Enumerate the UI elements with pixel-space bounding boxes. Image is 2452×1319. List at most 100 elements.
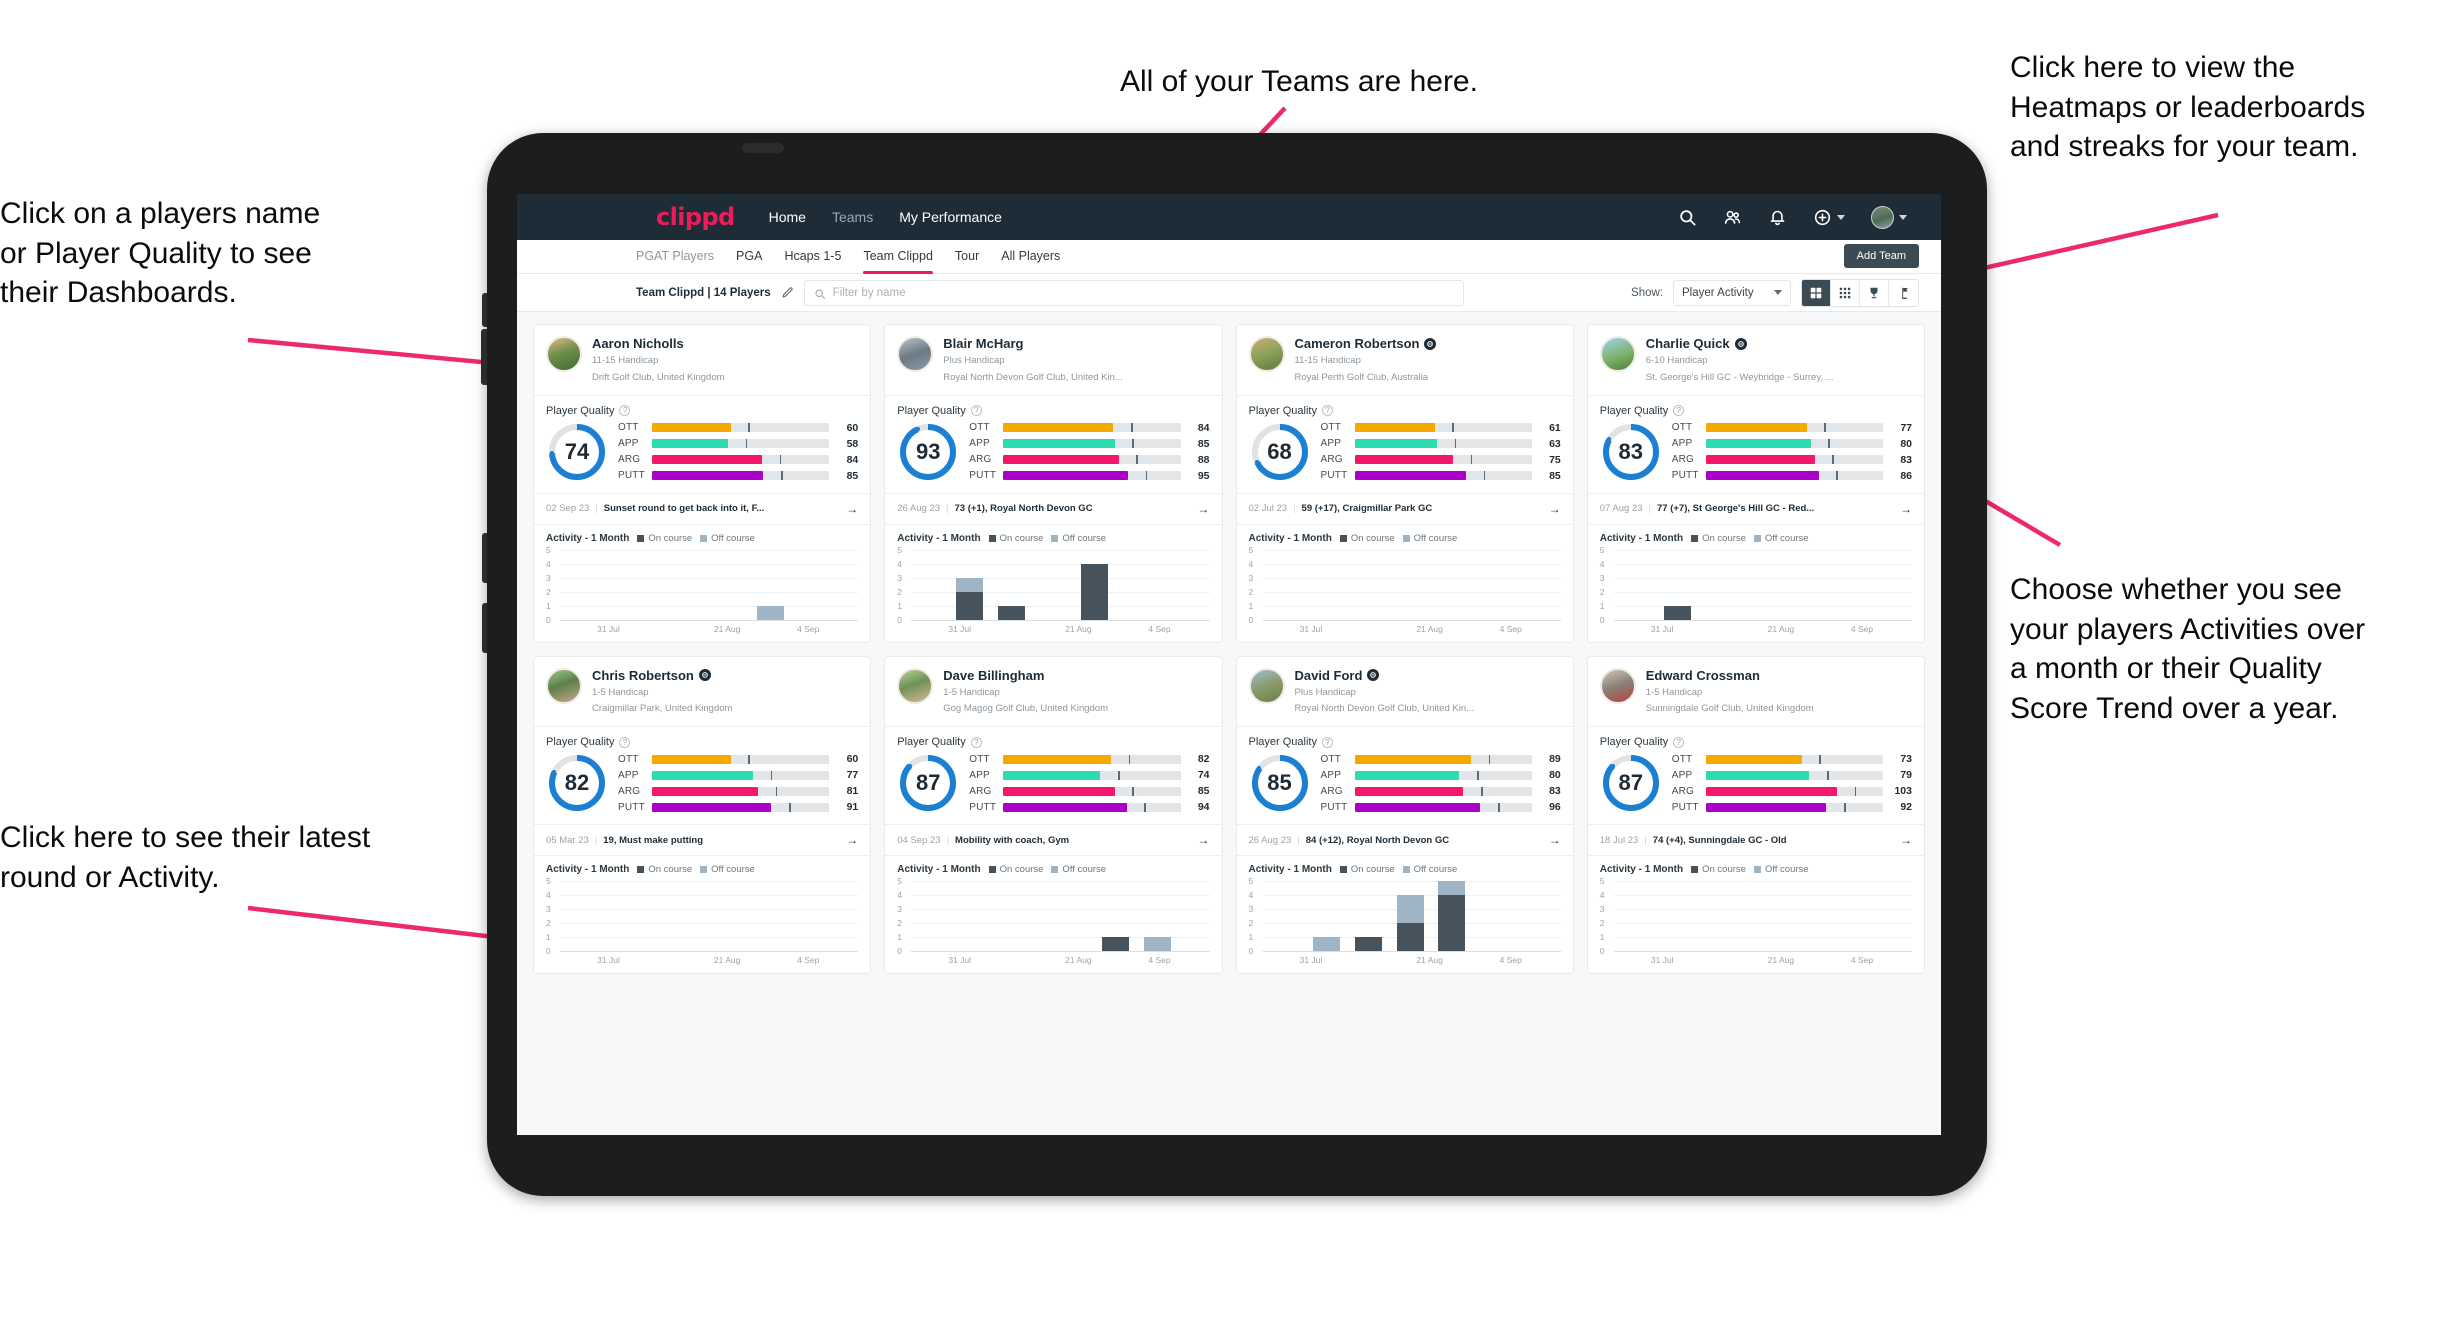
player-card[interactable]: Blair McHarg Plus Handicap Royal North D… xyxy=(884,324,1223,643)
x-tick: 4 Sep xyxy=(1148,955,1171,966)
help-icon[interactable]: ? xyxy=(1673,405,1685,417)
player-header[interactable]: Aaron Nicholls 11-15 Handicap Drift Golf… xyxy=(534,325,870,395)
latest-round-row[interactable]: 04 Sep 23 | Mobility with coach, Gym → xyxy=(885,824,1222,857)
help-icon[interactable]: ? xyxy=(619,405,631,417)
latest-round-row[interactable]: 02 Sep 23 | Sunset round to get back int… xyxy=(534,492,871,525)
arrow-right-icon[interactable]: → xyxy=(1900,833,1912,847)
pencil-icon[interactable] xyxy=(781,286,794,299)
player-header[interactable]: Dave Billingham 1-5 Handicap Gog Magog G… xyxy=(885,657,1221,727)
bell-icon[interactable] xyxy=(1768,208,1787,227)
quality-score-ring[interactable]: 85 xyxy=(1249,752,1311,814)
player-header[interactable]: Blair McHarg Plus Handicap Royal North D… xyxy=(885,325,1221,395)
search-input[interactable]: Filter by name xyxy=(803,279,1464,306)
legend-on-course: On course xyxy=(988,533,1043,544)
player-name[interactable]: Aaron Nicholls xyxy=(592,336,725,351)
player-card[interactable]: Dave Billingham 1-5 Handicap Gog Magog G… xyxy=(884,655,1223,975)
heatmap-view-button[interactable] xyxy=(1889,279,1918,306)
player-card[interactable]: Cameron Robertson 11-15 Handicap Royal P… xyxy=(1235,324,1574,643)
player-card[interactable]: David Ford Plus Handicap Royal North Dev… xyxy=(1235,655,1574,975)
metric-label: ARG xyxy=(1320,454,1343,466)
nav-link-my-performance[interactable]: My Performance xyxy=(899,209,1002,225)
search-icon[interactable] xyxy=(1678,208,1697,227)
tab-pgat-players[interactable]: PGAT Players xyxy=(636,249,714,265)
quality-score-ring[interactable]: 93 xyxy=(897,421,959,483)
player-name[interactable]: Blair McHarg xyxy=(943,336,1123,351)
arrow-right-icon[interactable]: → xyxy=(846,502,858,516)
metric-row: ARG 83 xyxy=(1321,785,1561,797)
player-quality-body[interactable]: 68 OTT 61 APP 63 ARG 75 PUTT 85 xyxy=(1237,419,1573,493)
tab-team-clippd[interactable]: Team Clippd xyxy=(863,249,934,274)
arrow-right-icon[interactable]: → xyxy=(1549,833,1561,847)
clippd-logo[interactable]: clippd xyxy=(656,203,735,231)
metric-label: OTT xyxy=(1671,753,1693,765)
player-card[interactable]: Charlie Quick 6-10 Handicap St. George's… xyxy=(1586,324,1925,643)
latest-round-row[interactable]: 18 Jul 23 | 74 (+4), Sunningdale GC - Ol… xyxy=(1587,824,1924,857)
player-name[interactable]: David Ford xyxy=(1295,668,1475,683)
quality-score-ring[interactable]: 83 xyxy=(1600,421,1662,483)
player-card[interactable]: Aaron Nicholls 11-15 Handicap Drift Golf… xyxy=(533,324,872,643)
help-icon[interactable]: ? xyxy=(970,405,982,417)
arrow-right-icon[interactable]: → xyxy=(1198,833,1210,847)
help-icon[interactable]: ? xyxy=(970,736,982,748)
player-name[interactable]: Dave Billingham xyxy=(943,668,1108,683)
show-select[interactable]: Player Activity xyxy=(1673,279,1791,306)
latest-round-row[interactable]: 26 Aug 23 | 84 (+12), Royal North Devon … xyxy=(1236,824,1573,857)
player-quality-body[interactable]: 93 OTT 84 APP 85 ARG 88 PUTT 95 xyxy=(885,419,1221,493)
help-icon[interactable]: ? xyxy=(1673,736,1685,748)
arrow-right-icon[interactable]: → xyxy=(1900,502,1912,516)
player-quality-body[interactable]: 85 OTT 89 APP 80 ARG 83 PUTT 96 xyxy=(1237,750,1573,824)
arrow-right-icon[interactable]: → xyxy=(1198,502,1210,516)
people-icon[interactable] xyxy=(1723,208,1742,227)
help-icon[interactable]: ? xyxy=(619,736,631,748)
player-name[interactable]: Chris Robertson xyxy=(592,668,732,683)
help-icon[interactable]: ? xyxy=(1321,405,1333,417)
metric-label: OTT xyxy=(969,422,990,434)
account-menu[interactable] xyxy=(1871,205,1907,229)
tab-all-players[interactable]: All Players xyxy=(1001,249,1060,265)
activity-header: Activity - 1 Month On course Off course xyxy=(534,525,870,546)
plus-circle-menu[interactable] xyxy=(1813,208,1845,227)
player-header[interactable]: Edward Crossman 1-5 Handicap Sunningdale… xyxy=(1588,657,1924,727)
quality-score-value: 74 xyxy=(564,438,590,464)
player-card[interactable]: Chris Robertson 1-5 Handicap Craigmillar… xyxy=(533,655,872,975)
metrics-list: OTT 61 APP 63 ARG 75 PUTT 85 xyxy=(1321,422,1561,482)
latest-round-row[interactable]: 05 Mar 23 | 19, Must make putting → xyxy=(534,824,871,857)
latest-round-row[interactable]: 02 Jul 23 | 59 (+17), Craigmillar Park G… xyxy=(1236,492,1573,525)
leaderboard-view-button[interactable] xyxy=(1860,279,1889,306)
player-quality-body[interactable]: 74 OTT 60 APP 58 ARG 84 PUTT 85 xyxy=(534,419,870,493)
player-quality-body[interactable]: 87 OTT 82 APP 74 ARG 85 PUTT 94 xyxy=(885,750,1221,824)
tab-pga[interactable]: PGA xyxy=(736,249,762,265)
nav-link-home[interactable]: Home xyxy=(769,209,806,225)
grid-view-button[interactable] xyxy=(1802,279,1831,306)
metric-row: PUTT 85 xyxy=(618,470,858,482)
player-quality-body[interactable]: 83 OTT 77 APP 80 ARG 83 PUTT 86 xyxy=(1588,419,1924,493)
player-header[interactable]: Cameron Robertson 11-15 Handicap Royal P… xyxy=(1237,325,1573,395)
tab-tour[interactable]: Tour xyxy=(955,249,979,265)
quality-score-ring[interactable]: 68 xyxy=(1249,421,1311,483)
tab-hcaps-1-5[interactable]: Hcaps 1-5 xyxy=(784,249,841,265)
player-name[interactable]: Cameron Robertson xyxy=(1295,336,1437,351)
add-team-button[interactable]: Add Team xyxy=(1843,244,1919,268)
arrow-right-icon[interactable]: → xyxy=(1549,502,1561,516)
arrow-right-icon[interactable]: → xyxy=(846,833,858,847)
avatar xyxy=(1248,336,1285,372)
player-quality-body[interactable]: 87 OTT 73 APP 79 ARG 103 PUTT 92 xyxy=(1588,750,1924,824)
annotation-teams: All of your Teams are here. xyxy=(1120,65,1478,98)
help-icon[interactable]: ? xyxy=(1321,736,1333,748)
quality-score-ring[interactable]: 87 xyxy=(897,752,959,814)
player-card[interactable]: Edward Crossman 1-5 Handicap Sunningdale… xyxy=(1586,655,1925,975)
quality-score-ring[interactable]: 74 xyxy=(546,421,608,483)
player-name[interactable]: Charlie Quick xyxy=(1646,336,1834,351)
quality-score-ring[interactable]: 82 xyxy=(546,752,608,814)
player-name[interactable]: Edward Crossman xyxy=(1646,668,1814,683)
latest-round-row[interactable]: 26 Aug 23 | 73 (+1), Royal North Devon G… xyxy=(885,492,1222,525)
nav-link-teams[interactable]: Teams xyxy=(832,209,873,225)
player-quality-body[interactable]: 82 OTT 60 APP 77 ARG 81 PUTT 91 xyxy=(534,750,870,824)
quality-score-ring[interactable]: 87 xyxy=(1600,752,1662,814)
player-header[interactable]: Charlie Quick 6-10 Handicap St. George's… xyxy=(1588,325,1924,395)
latest-round-row[interactable]: 07 Aug 23 | 77 (+7), St George's Hill GC… xyxy=(1587,492,1924,525)
player-header[interactable]: David Ford Plus Handicap Royal North Dev… xyxy=(1237,657,1573,727)
dense-grid-view-button[interactable] xyxy=(1831,279,1860,306)
player-header[interactable]: Chris Robertson 1-5 Handicap Craigmillar… xyxy=(534,657,870,727)
legend-on-course: On course xyxy=(988,864,1043,875)
